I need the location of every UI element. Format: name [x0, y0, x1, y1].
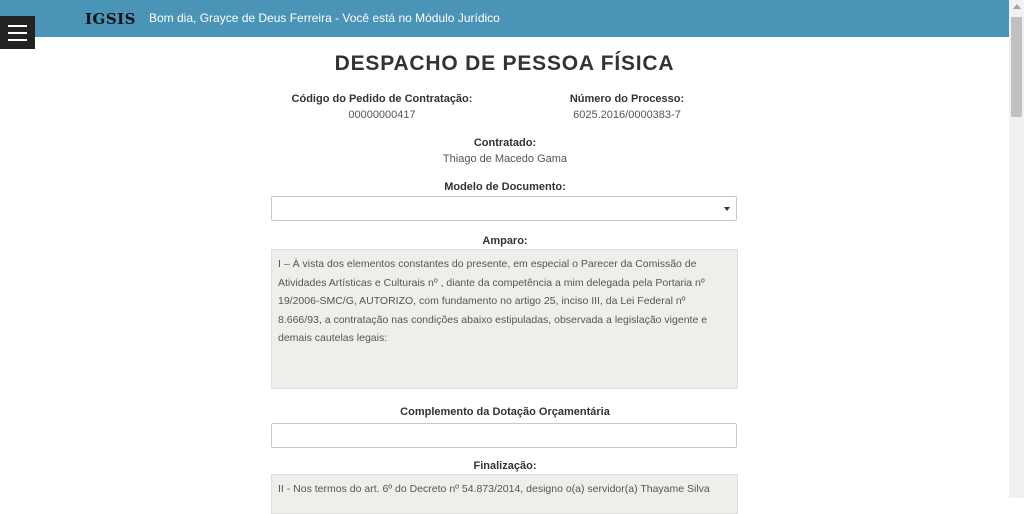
greeting-text: Bom dia, Grayce de Deus Ferreira - Você … — [149, 11, 500, 25]
modelo-documento-select[interactable] — [271, 196, 737, 221]
contratado-value: Thiago de Macedo Gama — [442, 153, 568, 165]
complemento-dotacao-input[interactable] — [271, 423, 737, 448]
complemento-dotacao-label: Complemento da Dotação Orçamentária — [400, 406, 610, 418]
codigo-pedido-value: 00000000417 — [348, 109, 416, 121]
scrollbar-thumb[interactable] — [1011, 17, 1022, 117]
caret-down-icon — [724, 207, 730, 211]
app-logo[interactable]: IGSIS — [85, 10, 136, 28]
contratado-label: Contratado: — [473, 137, 537, 149]
hamburger-menu-icon[interactable] — [0, 16, 35, 49]
finalizacao-textarea[interactable]: II - Nos termos do art. 6º do Decreto nº… — [271, 474, 738, 514]
top-header-bar: IGSIS Bom dia, Grayce de Deus Ferreira -… — [0, 0, 1009, 37]
vertical-scrollbar[interactable] — [1009, 0, 1024, 498]
modelo-documento-label: Modelo de Documento: — [444, 181, 566, 193]
page-title: DESPACHO DE PESSOA FÍSICA — [334, 52, 675, 75]
numero-processo-label: Número do Processo: — [569, 93, 685, 105]
menu-line — [8, 38, 27, 41]
numero-processo-value: 6025.2016/0000383-7 — [573, 109, 681, 121]
menu-line — [8, 31, 27, 34]
amparo-label: Amparo: — [482, 235, 528, 247]
menu-line — [8, 24, 27, 27]
finalizacao-label: Finalização: — [473, 460, 537, 472]
amparo-textarea[interactable]: I – À vista dos elementos constantes do … — [271, 249, 738, 389]
scroll-up-arrow-icon[interactable] — [1013, 4, 1021, 9]
codigo-pedido-label: Código do Pedido de Contratação: — [291, 93, 473, 105]
